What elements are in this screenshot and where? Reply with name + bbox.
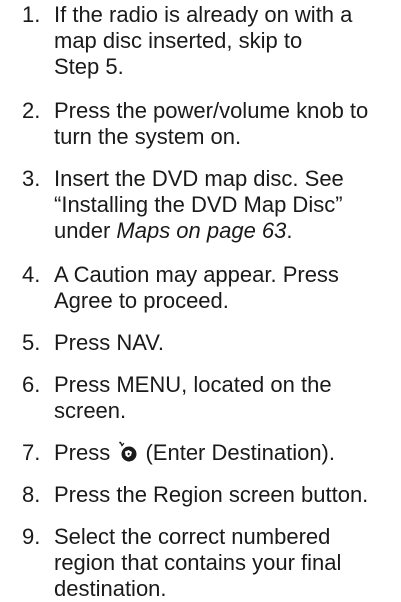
step-line: map disc inserted, skip to [54, 28, 303, 53]
step-text: If the radio is already on with a map di… [54, 2, 399, 80]
step-line: Press NAV. [54, 330, 165, 355]
step-text: Press the power/volume knob to turn the … [54, 98, 399, 150]
step-line: Press the Region screen button. [54, 482, 369, 507]
step-line: A Caution may appear. Press [54, 262, 339, 287]
step-number: 3. [22, 166, 41, 191]
step-line: Press (Enter Destination). [54, 440, 399, 466]
step-text: Press the Region screen button. [54, 482, 399, 508]
step-line: Insert the DVD map disc. See [54, 166, 344, 191]
step-line: Agree to proceed. [54, 288, 229, 313]
step-text: Insert the DVD map disc. See “Installing… [54, 166, 399, 244]
step-text: Press MENU, located on the screen. [54, 372, 399, 424]
step-line: If the radio is already on with a [54, 2, 353, 27]
step-number: 1. [22, 2, 41, 27]
step-line: screen. [54, 398, 127, 423]
step-line: Press the power/volume knob to [54, 98, 369, 123]
step-number: 5. [22, 330, 41, 355]
step-line-prefix: under [54, 218, 117, 243]
step-number: 8. [22, 482, 41, 507]
step-number: 9. [22, 524, 41, 549]
step-number: 6. [22, 372, 41, 397]
step-line-suffix: (Enter Destination). [139, 440, 335, 465]
step-line: destination. [54, 576, 167, 601]
step-text: Press (Enter Destination). [54, 440, 399, 466]
step-line: under Maps on page 63. [54, 218, 399, 244]
step-line: Step 5. [54, 54, 124, 79]
step-number: 4. [22, 262, 41, 287]
step-line: turn the system on. [54, 124, 242, 149]
step-line: “Installing the DVD Map Disc” [54, 192, 343, 217]
step-line-prefix: Press [54, 440, 117, 465]
step-number: 7. [22, 440, 41, 465]
step-number: 2. [22, 98, 41, 123]
step-text: Select the correct numbered region that … [54, 524, 399, 602]
step-line: Select the correct numbered [54, 524, 331, 549]
step-line: region that contains your final [54, 550, 342, 575]
maps-page-reference: Maps on page 63 [116, 218, 287, 243]
step-text: A Caution may appear. Press Agree to pro… [54, 262, 399, 314]
enter-destination-icon [117, 441, 139, 463]
step-line-suffix: . [286, 218, 293, 243]
step-text: Press NAV. [54, 330, 399, 356]
step-line: Press MENU, located on the [54, 372, 332, 397]
